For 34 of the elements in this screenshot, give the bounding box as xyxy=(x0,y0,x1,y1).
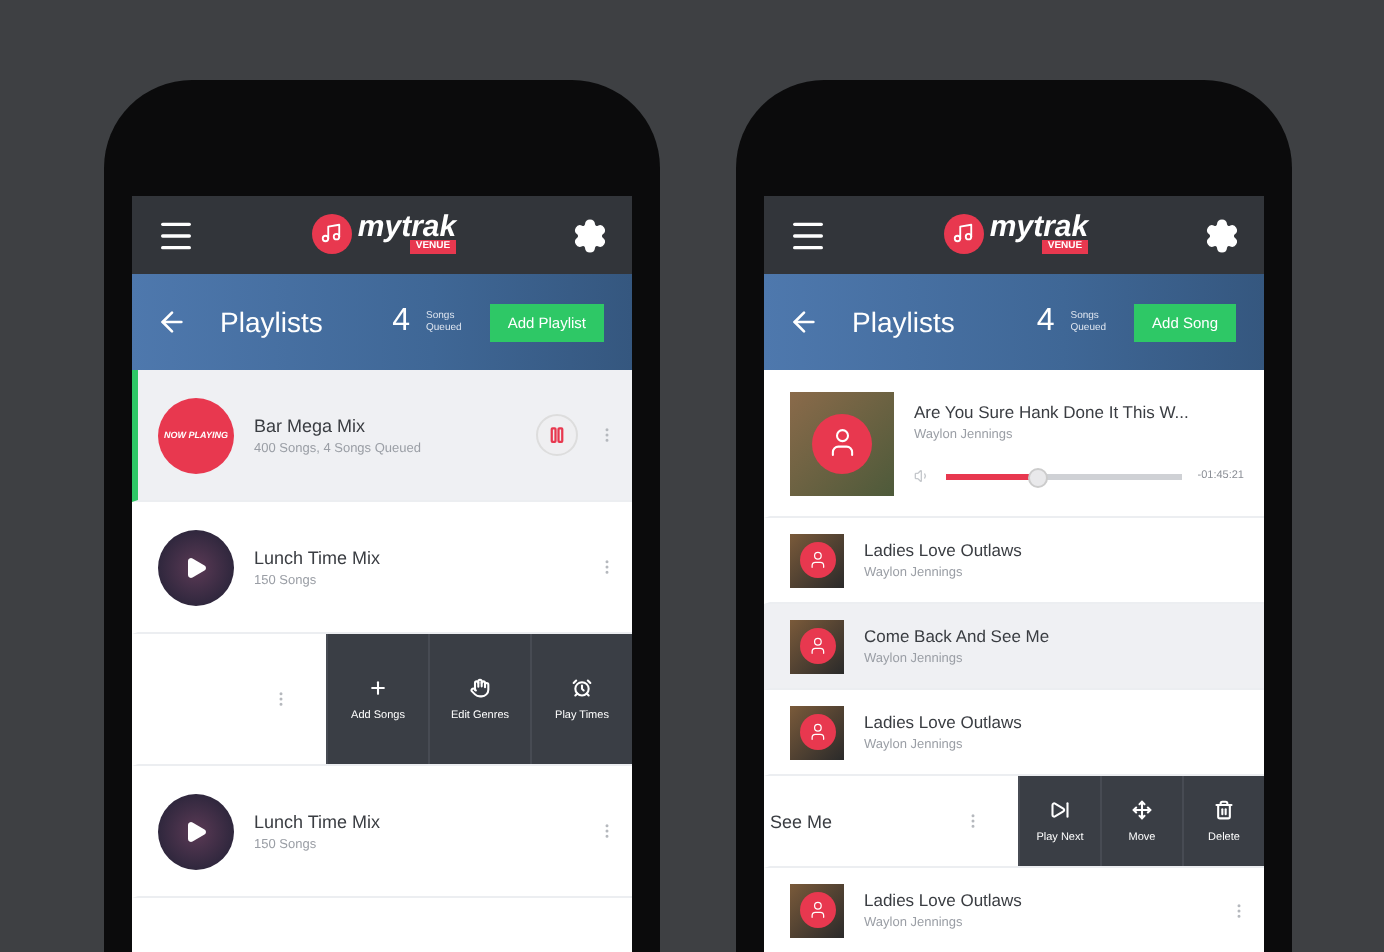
track-title: Ladies Love Outlaws xyxy=(864,540,1024,560)
volume-icon xyxy=(914,468,930,484)
settings-icon[interactable] xyxy=(571,217,608,253)
trash-icon xyxy=(1214,799,1234,819)
play-cover-icon xyxy=(158,793,234,869)
hand-icon xyxy=(470,677,490,697)
settings-icon[interactable] xyxy=(1203,217,1240,253)
track-title: Come Back And See Me xyxy=(864,626,1052,646)
back-icon[interactable] xyxy=(788,306,820,338)
skip-forward-icon xyxy=(1050,799,1070,819)
playlist-title: Bar Mega Mix xyxy=(254,415,368,435)
pause-icon xyxy=(548,426,566,444)
page-title: Playlists xyxy=(220,306,325,338)
alarm-clock-icon xyxy=(572,677,592,697)
track-title: Are You Sure Hank Done It This W... xyxy=(914,402,1191,422)
progress-thumb[interactable] xyxy=(1027,467,1048,487)
back-icon[interactable] xyxy=(156,306,188,338)
track-title: See Me xyxy=(770,811,835,831)
user-icon xyxy=(799,714,835,750)
user-icon xyxy=(799,542,835,578)
playlist-title: Lunch Time Mix xyxy=(254,811,383,831)
page-title: Playlists xyxy=(852,306,957,338)
plus-icon xyxy=(368,677,388,697)
queued-count: 4 xyxy=(1036,304,1055,340)
playlist-title: Lunch Time Mix xyxy=(254,547,383,567)
track-title: Ladies Love Outlaws xyxy=(864,890,1024,910)
user-icon xyxy=(799,892,835,928)
user-icon xyxy=(812,413,872,473)
user-icon xyxy=(799,628,835,664)
move-arrows-icon xyxy=(1132,799,1152,819)
play-cover-icon xyxy=(158,529,234,605)
queued-count: 4 xyxy=(392,304,411,340)
pause-button[interactable] xyxy=(536,414,578,456)
track-title: Ladies Love Outlaws xyxy=(864,712,1024,732)
